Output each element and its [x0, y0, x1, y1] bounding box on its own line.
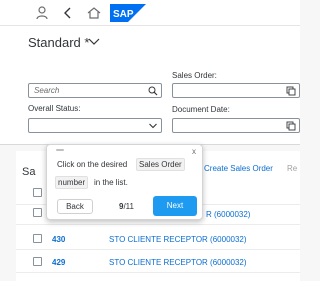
back-button[interactable]: Back: [57, 199, 93, 214]
highlight-chip: Sales Order: [136, 158, 185, 171]
sales-order-label: Sales Order:: [172, 71, 217, 80]
chevron-down-icon[interactable]: [148, 121, 158, 131]
sap-logo: SAP: [110, 4, 146, 22]
customer-link[interactable]: STO CLIENTE RECEPTOR (6000032): [109, 258, 247, 267]
overall-status-label: Overall Status:: [28, 104, 81, 113]
svg-text:SAP: SAP: [113, 9, 134, 20]
table-row[interactable]: 429 STO CLIENTE RECEPTOR (6000032): [16, 251, 300, 273]
sales-order-number[interactable]: 429: [52, 258, 65, 267]
home-icon[interactable]: [86, 5, 102, 21]
row-checkbox[interactable]: [33, 208, 42, 217]
back-icon[interactable]: [60, 5, 76, 21]
drag-handle[interactable]: [56, 149, 64, 151]
search-input[interactable]: Search: [28, 83, 162, 98]
row-checkbox[interactable]: [33, 257, 42, 266]
highlight-chip: number: [55, 176, 89, 189]
create-sales-order-button[interactable]: Create Sales Order: [204, 164, 273, 173]
next-button[interactable]: Next: [153, 196, 197, 216]
overall-status-select[interactable]: [28, 118, 162, 133]
user-icon[interactable]: [34, 5, 50, 21]
filter-bar: Standard * Sales Order: Search Overall S…: [0, 26, 300, 144]
table-title: Sa: [22, 166, 36, 178]
value-help-icon[interactable]: [286, 86, 296, 96]
table-row[interactable]: 430 STO CLIENTE RECEPTOR (6000032): [16, 228, 300, 250]
step-indicator: 9/11: [119, 202, 134, 211]
sales-order-field[interactable]: [172, 83, 300, 98]
customer-link[interactable]: R (6000032): [206, 210, 250, 219]
close-icon[interactable]: x: [192, 147, 196, 156]
variant-title[interactable]: Standard *: [28, 35, 89, 50]
value-help-icon[interactable]: [286, 121, 296, 131]
select-all-checkbox[interactable]: [33, 188, 42, 197]
document-date-field[interactable]: [172, 118, 300, 133]
instruction-text: in the list.: [94, 178, 128, 187]
instruction-text: Click on the desired: [57, 160, 128, 169]
guided-tour-popover: x Click on the desired Sales Order numbe…: [46, 144, 203, 220]
customer-link[interactable]: STO CLIENTE RECEPTOR (6000032): [109, 235, 247, 244]
search-icon[interactable]: [148, 86, 158, 96]
sales-order-number[interactable]: 430: [52, 235, 65, 244]
document-date-label: Document Date:: [172, 105, 230, 114]
row-checkbox[interactable]: [33, 234, 42, 243]
chevron-down-icon[interactable]: [88, 37, 100, 47]
shell-bar: SAP: [0, 0, 300, 26]
toolbar-more-button[interactable]: Re: [287, 164, 297, 173]
